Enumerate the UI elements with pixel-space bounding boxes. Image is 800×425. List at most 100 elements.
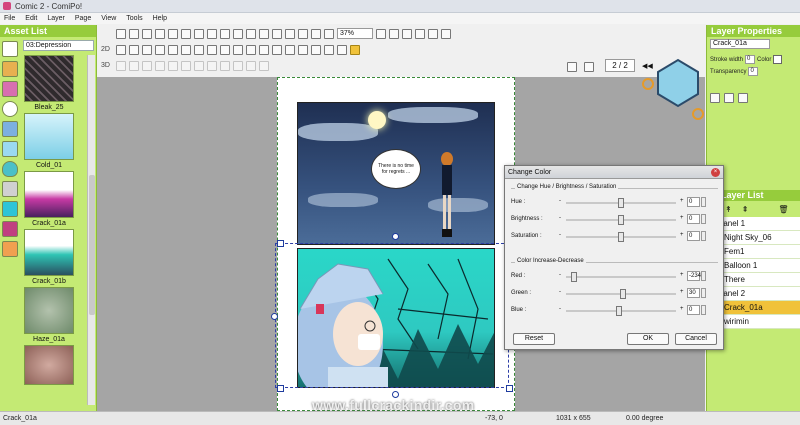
close-icon[interactable]: × xyxy=(711,168,720,177)
front-layer-icon[interactable] xyxy=(724,93,734,103)
red-input[interactable]: -234 xyxy=(687,271,701,281)
blue-slider[interactable] xyxy=(566,306,676,316)
zoom-in-icon[interactable] xyxy=(376,28,386,39)
image-icon[interactable] xyxy=(272,28,282,39)
menu-tools[interactable]: Tools xyxy=(126,15,142,22)
character-icon[interactable] xyxy=(2,61,18,77)
ok-button[interactable]: OK xyxy=(627,333,669,345)
head-icon[interactable] xyxy=(155,60,165,71)
asset-item[interactable]: Haze_01a xyxy=(24,287,74,345)
group-icon[interactable] xyxy=(194,44,204,55)
tone-icon[interactable] xyxy=(298,44,308,55)
blue-plus[interactable]: + xyxy=(680,306,684,312)
back-icon[interactable] xyxy=(155,44,165,55)
resize-handle-br[interactable] xyxy=(506,385,513,392)
color-icon[interactable] xyxy=(272,44,282,55)
red-minus[interactable]: - xyxy=(559,272,561,278)
hue-input[interactable]: 0 xyxy=(687,197,700,207)
hue-slider-thumb[interactable] xyxy=(618,198,624,208)
move-down-icon[interactable] xyxy=(129,44,139,55)
close-page-icon[interactable] xyxy=(584,62,594,72)
hue-slider[interactable] xyxy=(566,198,676,208)
shadow-icon[interactable] xyxy=(207,60,217,71)
hue-minus[interactable]: - xyxy=(559,198,561,204)
menu-page[interactable]: Page xyxy=(75,15,91,22)
brightness-plus[interactable]: + xyxy=(680,215,684,221)
flip-h-icon[interactable] xyxy=(168,44,178,55)
stroke-width-input[interactable]: 0 xyxy=(745,55,756,64)
blue-spinner[interactable] xyxy=(701,305,706,315)
green-plus[interactable]: + xyxy=(680,289,684,295)
green-minus[interactable]: - xyxy=(559,289,561,295)
zoom-out-icon[interactable] xyxy=(389,28,399,39)
speech-bubble[interactable]: There is no time for regrets ... xyxy=(371,149,421,189)
saturation-plus[interactable]: + xyxy=(680,232,684,238)
model-3d-icon[interactable] xyxy=(2,141,18,157)
open-icon[interactable] xyxy=(129,28,139,39)
eye-direction-icon[interactable] xyxy=(168,60,178,71)
green-slider-thumb[interactable] xyxy=(620,289,627,299)
saturation-slider[interactable] xyxy=(566,232,676,242)
move-up-icon[interactable] xyxy=(116,44,126,55)
cancel-button[interactable]: Cancel xyxy=(675,333,717,345)
menu-layer[interactable]: Layer xyxy=(47,15,65,22)
pattern-icon[interactable] xyxy=(2,221,18,237)
rotate-icon[interactable] xyxy=(233,44,243,55)
menu-edit[interactable]: Edit xyxy=(25,15,37,22)
brightness-slider[interactable] xyxy=(566,215,676,225)
character-figure[interactable] xyxy=(438,151,456,241)
brightness-slider-thumb[interactable] xyxy=(618,215,624,225)
effect-line-icon[interactable] xyxy=(2,181,18,197)
front-icon[interactable] xyxy=(142,44,152,55)
layer-name-field[interactable]: Crack_01a xyxy=(710,39,770,49)
crop-icon[interactable] xyxy=(246,44,256,55)
selection-box[interactable] xyxy=(275,243,509,388)
lock-icon[interactable] xyxy=(259,44,269,55)
effect-burst-icon[interactable] xyxy=(2,201,18,217)
cut-icon[interactable] xyxy=(194,28,204,39)
resize-handle-bl[interactable] xyxy=(277,385,284,392)
share-icon[interactable] xyxy=(298,28,308,39)
flip-icon[interactable] xyxy=(246,28,256,39)
item-icon[interactable] xyxy=(2,81,18,97)
arrange-icon[interactable] xyxy=(259,28,269,39)
redo-icon[interactable] xyxy=(181,28,191,39)
saturation-spinner[interactable] xyxy=(701,231,706,241)
expression-icon[interactable] xyxy=(142,60,152,71)
hue-spinner[interactable] xyxy=(701,197,706,207)
asset-item[interactable]: Cold_01 xyxy=(24,113,74,171)
menu-view[interactable]: View xyxy=(101,15,116,22)
red-slider-thumb[interactable] xyxy=(571,272,578,282)
red-plus[interactable]: + xyxy=(680,272,684,278)
change-color-icon[interactable] xyxy=(350,44,360,55)
saturation-input[interactable]: 0 xyxy=(687,231,700,241)
align-icon[interactable] xyxy=(220,44,230,55)
paste-icon[interactable] xyxy=(220,28,230,39)
filter-icon[interactable] xyxy=(324,44,334,55)
green-spinner[interactable] xyxy=(701,288,706,298)
fit-page-icon[interactable] xyxy=(428,28,438,39)
color-swatch[interactable] xyxy=(773,55,783,64)
favorite-icon[interactable] xyxy=(2,241,18,257)
page-icon[interactable] xyxy=(311,28,321,39)
menu-file[interactable]: File xyxy=(4,15,15,22)
blue-input[interactable]: 0 xyxy=(687,305,700,315)
trash-icon[interactable]: 🗑 xyxy=(778,205,788,214)
brightness-minus[interactable]: - xyxy=(559,215,561,221)
rotate-handle-top[interactable] xyxy=(392,233,399,240)
outline-icon[interactable] xyxy=(311,44,321,55)
print-icon[interactable] xyxy=(155,28,165,39)
ungroup-icon[interactable] xyxy=(207,44,217,55)
red-slider[interactable] xyxy=(566,272,676,282)
asset-item[interactable]: Bleak_25 xyxy=(24,55,74,113)
camera-icon[interactable] xyxy=(116,60,126,71)
back-layer-icon[interactable] xyxy=(738,93,748,103)
resize-handle-tl[interactable] xyxy=(277,240,284,247)
new-icon[interactable] xyxy=(116,28,126,39)
asset-item[interactable]: Crack_01a xyxy=(24,171,74,229)
background-icon[interactable] xyxy=(2,121,18,137)
delete-icon[interactable] xyxy=(233,28,243,39)
panel-1[interactable]: There is no time for regrets ... xyxy=(297,102,495,245)
menu-help[interactable]: Help xyxy=(153,15,167,22)
flip-v-icon[interactable] xyxy=(181,44,191,55)
